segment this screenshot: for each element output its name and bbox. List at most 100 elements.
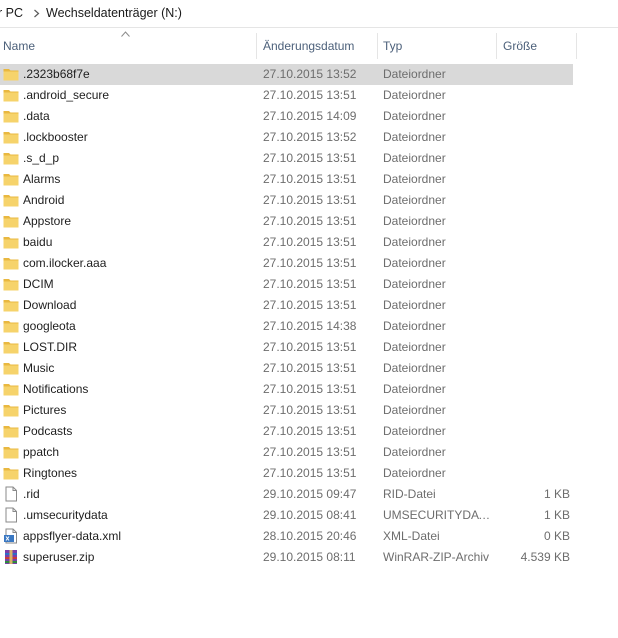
file-date: 28.10.2015 20:46	[263, 529, 357, 543]
file-row[interactable]: .rid 29.10.2015 09:47 RID-Datei 1 KB	[0, 484, 618, 505]
file-row[interactable]: Music 27.10.2015 13:51 Dateiordner	[0, 358, 618, 379]
folder-icon	[3, 300, 19, 312]
file-row[interactable]: baidu 27.10.2015 13:51 Dateiordner	[0, 232, 618, 253]
file-type: Dateiordner	[383, 214, 446, 228]
breadcrumb-drive[interactable]: Wechseldatenträger (N:)	[46, 6, 182, 20]
file-row[interactable]: com.ilocker.aaa 27.10.2015 13:51 Dateiordn…	[0, 253, 618, 274]
file-row[interactable]: Podcasts 27.10.2015 13:51 Dateiordner	[0, 421, 618, 442]
folder-icon	[3, 111, 19, 123]
file-row[interactable]: appsflyer-data.xml 28.10.2015 20:46 XML-Da…	[0, 526, 618, 547]
file-name[interactable]: ppatch	[23, 442, 59, 463]
file-row[interactable]: Notifications 27.10.2015 13:51 Dateiordner	[0, 379, 618, 400]
folder-icon	[3, 321, 19, 333]
file-row[interactable]: Alarms 27.10.2015 13:51 Dateiordner	[0, 169, 618, 190]
file-date: 27.10.2015 13:51	[263, 361, 357, 375]
file-name[interactable]: .umsecuritydata	[23, 505, 108, 526]
file-row[interactable]: .umsecuritydata 29.10.2015 08:41 UMSECURIT…	[0, 505, 618, 526]
file-date: 27.10.2015 13:51	[263, 277, 357, 291]
file-name[interactable]: googleota	[23, 316, 76, 337]
file-type: Dateiordner	[383, 361, 446, 375]
address-bar[interactable]: r PC Wechseldatenträger (N:)	[0, 0, 618, 28]
file-name[interactable]: .rid	[23, 484, 40, 505]
folder-icon	[3, 153, 19, 165]
file-type: RID-Datei	[383, 487, 436, 501]
file-row[interactable]: .lockbooster 27.10.2015 13:52 Dateiordner	[0, 127, 618, 148]
file-type: Dateiordner	[383, 403, 446, 417]
file-date: 29.10.2015 08:41	[263, 508, 357, 522]
file-row[interactable]: Ringtones 27.10.2015 13:51 Dateiordner	[0, 463, 618, 484]
file-date: 27.10.2015 14:09	[263, 109, 357, 123]
file-name[interactable]: Ringtones	[23, 463, 77, 484]
file-row[interactable]: .data 27.10.2015 14:09 Dateiordner	[0, 106, 618, 127]
file-row[interactable]: .s_d_p 27.10.2015 13:51 Dateiordner	[0, 148, 618, 169]
file-name[interactable]: Notifications	[23, 379, 88, 400]
file-name[interactable]: Podcasts	[23, 421, 72, 442]
file-type: Dateiordner	[383, 466, 446, 480]
file-name[interactable]: com.ilocker.aaa	[23, 253, 106, 274]
file-name[interactable]: DCIM	[23, 274, 54, 295]
folder-icon	[3, 216, 19, 228]
folder-icon	[3, 384, 19, 396]
file-row[interactable]: Android 27.10.2015 13:51 Dateiordner	[0, 190, 618, 211]
column-header-size[interactable]: Größe	[503, 33, 537, 59]
file-name[interactable]: Appstore	[23, 211, 71, 232]
file-name[interactable]: .s_d_p	[23, 148, 59, 169]
file-size: 1 KB	[543, 487, 570, 501]
folder-icon	[3, 132, 19, 144]
file-size: 4.539 KB	[520, 550, 570, 564]
file-name[interactable]: Pictures	[23, 400, 66, 421]
file-list: .2323b68f7e 27.10.2015 13:52 Dateiordner .a…	[0, 64, 618, 568]
file-row[interactable]: .2323b68f7e 27.10.2015 13:52 Dateiordner	[0, 64, 618, 85]
file-name[interactable]: Alarms	[23, 169, 60, 190]
column-header-name[interactable]: Name	[3, 33, 35, 59]
file-date: 27.10.2015 13:51	[263, 193, 357, 207]
file-name[interactable]: baidu	[23, 232, 52, 253]
file-name[interactable]: .lockbooster	[23, 127, 88, 148]
column-divider[interactable]	[496, 33, 497, 59]
folder-icon	[3, 405, 19, 417]
file-row[interactable]: Appstore 27.10.2015 13:51 Dateiordner	[0, 211, 618, 232]
column-header-date[interactable]: Änderungsdatum	[263, 33, 354, 59]
file-type: Dateiordner	[383, 172, 446, 186]
file-date: 27.10.2015 13:52	[263, 67, 357, 81]
file-type: Dateiordner	[383, 109, 446, 123]
file-name[interactable]: .android_secure	[23, 85, 109, 106]
file-row[interactable]: superuser.zip 29.10.2015 08:11 WinRAR-ZIP-…	[0, 547, 618, 568]
file-date: 27.10.2015 13:51	[263, 214, 357, 228]
breadcrumb-this-pc[interactable]: r PC	[0, 6, 23, 20]
file-row[interactable]: ppatch 27.10.2015 13:51 Dateiordner	[0, 442, 618, 463]
file-row[interactable]: googleota 27.10.2015 14:38 Dateiordner	[0, 316, 618, 337]
folder-icon	[3, 426, 19, 438]
folder-icon	[3, 363, 19, 375]
file-name[interactable]: Android	[23, 190, 64, 211]
file-type: Dateiordner	[383, 340, 446, 354]
file-name[interactable]: LOST.DIR	[23, 337, 77, 358]
file-date: 29.10.2015 08:11	[263, 550, 356, 564]
file-row[interactable]: DCIM 27.10.2015 13:51 Dateiordner	[0, 274, 618, 295]
file-date: 27.10.2015 14:38	[263, 319, 357, 333]
file-row[interactable]: LOST.DIR 27.10.2015 13:51 Dateiordner	[0, 337, 618, 358]
column-header-type[interactable]: Typ	[383, 33, 402, 59]
file-name[interactable]: appsflyer-data.xml	[23, 526, 121, 547]
file-date: 27.10.2015 13:51	[263, 298, 357, 312]
file-row[interactable]: Pictures 27.10.2015 13:51 Dateiordner	[0, 400, 618, 421]
file-date: 27.10.2015 13:51	[263, 424, 357, 438]
file-name[interactable]: Download	[23, 295, 76, 316]
file-row[interactable]: .android_secure 27.10.2015 13:51 Dateiordn…	[0, 85, 618, 106]
chevron-right-icon[interactable]	[32, 9, 41, 18]
file-name[interactable]: .2323b68f7e	[23, 64, 90, 85]
file-row[interactable]: Download 27.10.2015 13:51 Dateiordner	[0, 295, 618, 316]
folder-icon	[3, 195, 19, 207]
file-name[interactable]: .data	[23, 106, 50, 127]
column-divider[interactable]	[576, 33, 577, 59]
file-type: Dateiordner	[383, 445, 446, 459]
file-name[interactable]: Music	[23, 358, 54, 379]
column-divider[interactable]	[256, 33, 257, 59]
file-date: 27.10.2015 13:51	[263, 382, 357, 396]
file-type: WinRAR-ZIP-Archiv	[383, 550, 490, 564]
file-type: Dateiordner	[383, 130, 446, 144]
file-date: 27.10.2015 13:51	[263, 256, 357, 270]
file-name[interactable]: superuser.zip	[23, 547, 94, 568]
column-divider[interactable]	[377, 33, 378, 59]
file-icon	[5, 507, 17, 523]
